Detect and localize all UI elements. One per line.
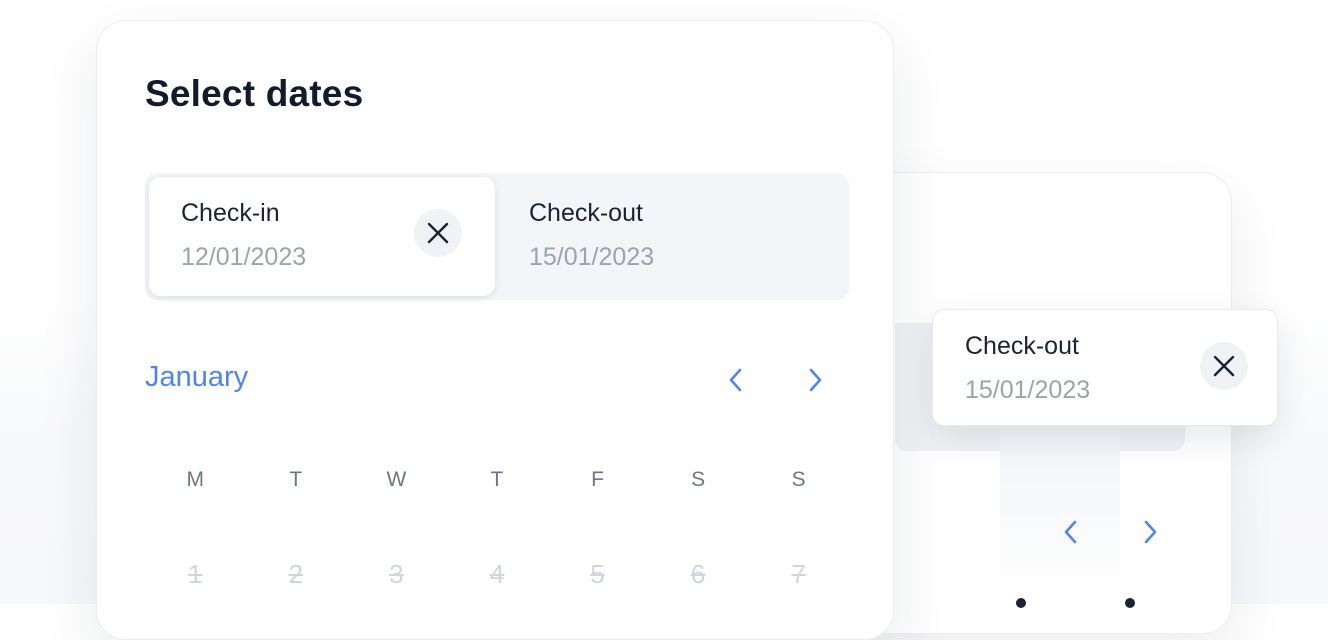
calendar-day-disabled: 2 <box>288 559 304 589</box>
calendar-day-disabled: 3 <box>389 559 404 589</box>
checkout-field[interactable]: Check-out 15/01/2023 <box>499 177 845 296</box>
month-title: January <box>145 361 249 393</box>
weekday-label: S <box>791 468 806 491</box>
background-day-dot <box>1016 598 1026 608</box>
weekday-label: M <box>186 468 205 491</box>
background-next-month-button[interactable] <box>1132 514 1168 550</box>
weekday-label: W <box>386 468 407 491</box>
calendar-day-disabled: 4 <box>489 559 505 589</box>
clear-checkout-button[interactable] <box>1200 342 1248 390</box>
checkin-field[interactable]: Check-in 12/01/2023 <box>149 177 495 296</box>
checkin-label: Check-in <box>181 199 280 227</box>
checkout-label: Check-out <box>529 199 643 227</box>
chevron-right-icon <box>1144 520 1157 544</box>
chevron-left-icon <box>1064 520 1077 544</box>
date-picker-card: Select dates Check-in 12/01/2023 Check-o… <box>96 20 894 640</box>
weekday-label: T <box>289 468 303 491</box>
background-prev-month-button[interactable] <box>1053 514 1089 550</box>
chevron-left-icon <box>729 368 742 392</box>
close-icon <box>427 222 449 244</box>
clear-checkin-button[interactable] <box>414 209 462 257</box>
floating-checkout-field[interactable]: Check-out 15/01/2023 <box>932 309 1278 426</box>
calendar-day-disabled: 7 <box>791 559 806 589</box>
background-day-dot <box>1125 598 1135 608</box>
next-month-button[interactable] <box>797 362 833 398</box>
chevron-right-icon <box>809 368 822 392</box>
close-icon <box>1213 355 1235 377</box>
calendar-day-disabled: 6 <box>690 559 706 589</box>
checkout-date: 15/01/2023 <box>529 243 655 271</box>
date-range-selector: Check-in 12/01/2023 Check-out 15/01/2023 <box>145 173 849 300</box>
prev-month-button[interactable] <box>718 362 754 398</box>
weekday-label: S <box>691 468 706 491</box>
floating-checkout-date: 15/01/2023 <box>965 376 1091 404</box>
weekday-header: M T W T F S S <box>145 468 849 492</box>
weekday-label: F <box>591 468 604 491</box>
page-title: Select dates <box>145 73 364 114</box>
calendar-day-disabled: 5 <box>590 559 605 589</box>
calendar-day-disabled: 1 <box>188 559 203 589</box>
day-row: 1 2 3 4 5 6 7 <box>145 559 849 590</box>
checkin-date: 12/01/2023 <box>181 243 307 271</box>
floating-checkout-label: Check-out <box>965 332 1079 360</box>
weekday-label: T <box>490 468 504 491</box>
